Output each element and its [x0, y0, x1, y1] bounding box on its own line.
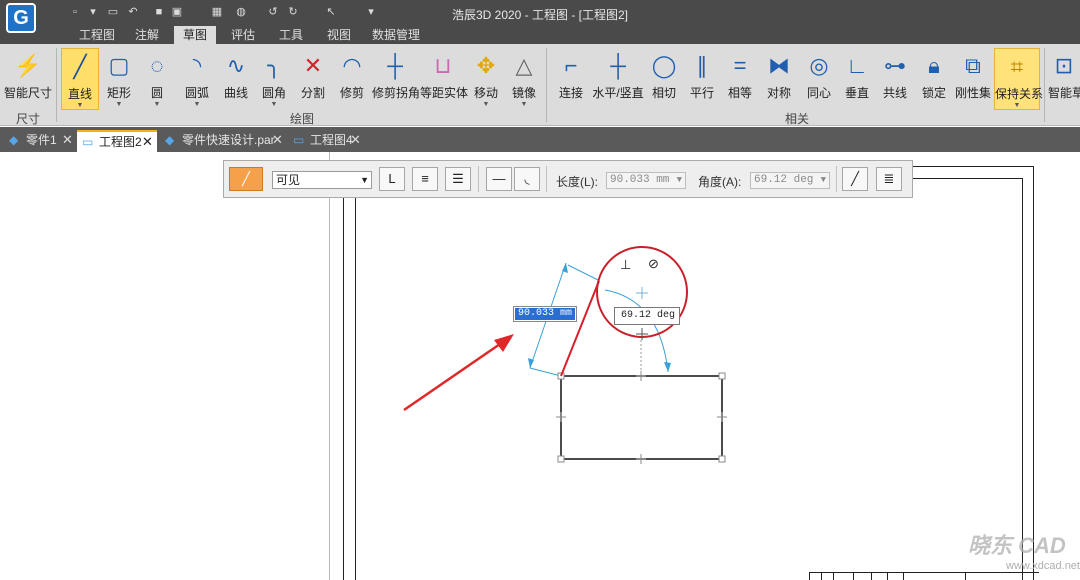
point-on-icon: ⊘ — [648, 256, 659, 271]
sketch-overlay — [403, 246, 727, 464]
line-type-button[interactable]: ≡ — [412, 167, 438, 191]
callout-arrow-shaft — [403, 342, 501, 412]
angle-label: 角度(A): — [698, 175, 742, 189]
line-type-icon: ≡ — [421, 171, 429, 186]
length-field[interactable]: 90.033 mm ▼ — [606, 172, 686, 189]
line-command-bar: ╱ 可见 ▼ L ≡ ☰ — ◟ 长度(L): 90.033 mm ▼ 角度(A… — [223, 160, 913, 198]
options-button[interactable]: ≣ — [876, 167, 902, 191]
sketch-line-in-progress[interactable] — [560, 280, 600, 377]
line-style-select[interactable]: 可见 ▼ — [272, 171, 372, 189]
projection-line-button[interactable]: ╱ — [842, 167, 868, 191]
keypoint-crosshair — [636, 328, 648, 340]
cursor-crosshair — [636, 287, 648, 299]
angle-readout-box[interactable]: 69.12 deg — [614, 307, 680, 325]
line-color-button[interactable]: L — [379, 167, 405, 191]
arc-segment-button[interactable]: ◟ — [514, 167, 540, 191]
command-bar-divider — [836, 166, 837, 192]
color-pen-icon: L — [388, 171, 396, 186]
command-bar-divider — [546, 166, 547, 192]
app-logo[interactable]: G — [6, 3, 36, 33]
line-mode-button[interactable]: ╱ — [229, 167, 263, 191]
options-icon: ≣ — [883, 171, 895, 186]
dimension-arrowhead — [664, 362, 671, 372]
rectangle-handles — [556, 371, 727, 464]
chevron-down-icon: ▼ — [676, 175, 682, 185]
length-input-box[interactable]: 90.033 mm — [513, 306, 577, 322]
watermark-url: www.xdcad.net — [1006, 560, 1080, 572]
dimension-extension-line — [567, 264, 599, 281]
projection-line-icon: ╱ — [851, 171, 859, 186]
line-weight-button[interactable]: ☰ — [445, 167, 471, 191]
angle-field[interactable]: 69.12 deg ▼ — [750, 172, 830, 189]
length-label: 长度(L): — [556, 175, 599, 189]
line-segment-button[interactable]: — — [486, 167, 512, 191]
line-weight-icon: ☰ — [452, 171, 464, 186]
chevron-down-icon: ▼ — [360, 175, 369, 185]
dimension-extension-line — [529, 367, 562, 377]
app-window: ▫ ▾ ▭ ↶ ■ ▣ ▦ ◍ ↺ ↻ ↖ ▾ 浩辰3D 2020 - 工程图 … — [0, 0, 1080, 580]
straight-line-icon: — — [492, 171, 506, 186]
callout-arrow-head — [494, 334, 514, 352]
angle-dimension-arc — [604, 289, 669, 373]
chevron-down-icon: ▼ — [820, 175, 826, 185]
line-icon: ╱ — [242, 171, 250, 186]
command-bar-divider — [478, 166, 479, 192]
arc-segment-icon: ◟ — [524, 171, 530, 186]
watermark-logo: 晓东 CAD — [968, 533, 1066, 558]
relation-indicator-icon: ⊥ — [620, 257, 632, 272]
sketch-rectangle[interactable] — [560, 375, 723, 460]
